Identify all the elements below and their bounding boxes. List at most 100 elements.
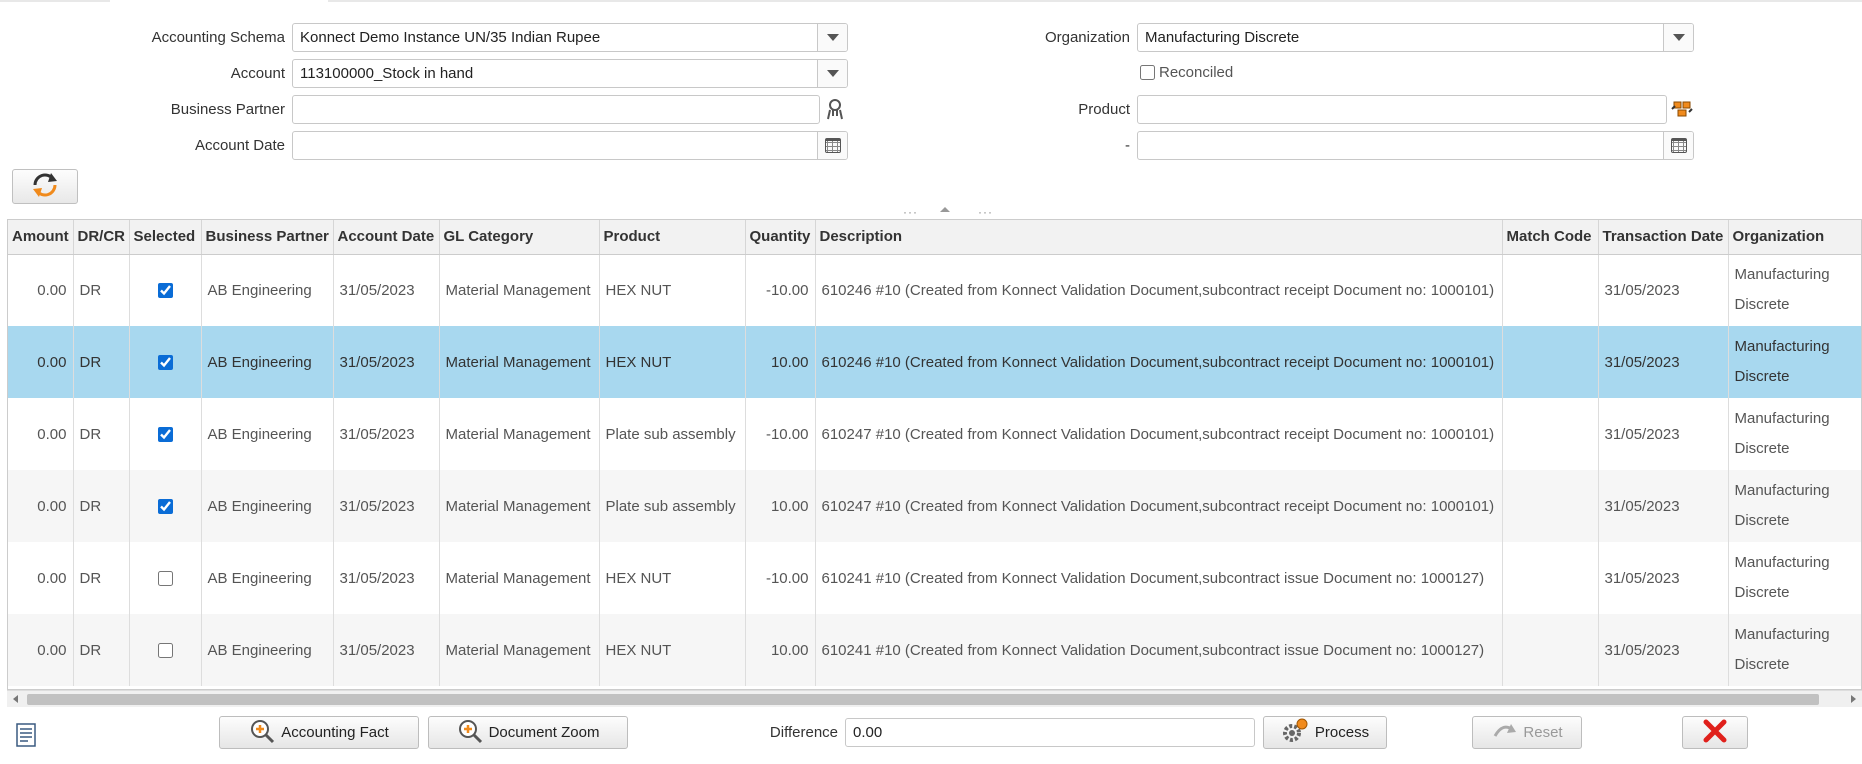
column-header[interactable]: Quantity: [745, 220, 816, 255]
account-date-input[interactable]: [292, 131, 848, 160]
column-header[interactable]: Amount: [8, 220, 74, 255]
table-row[interactable]: 0.00 DR AB Engineering 31/05/2023 Material M…: [8, 254, 1861, 326]
amount-cell: 0.00: [8, 326, 74, 398]
product-cell-text: HEX NUT: [605, 353, 672, 371]
scroll-right-icon[interactable]: [1851, 695, 1856, 703]
drcr-cell: DR: [73, 326, 130, 398]
transaction-date-cell-text: 31/05/2023: [1604, 425, 1680, 443]
organization-dropdown-button[interactable]: [1663, 24, 1693, 51]
account-date-cell-text: 31/05/2023: [339, 641, 415, 659]
quantity-cell: -10.00: [745, 398, 816, 470]
report-icon[interactable]: [15, 723, 37, 747]
account-select[interactable]: 113100000_Stock in hand: [292, 59, 848, 88]
row-select-checkbox[interactable]: [157, 283, 173, 299]
table-row[interactable]: 0.00 DR AB Engineering 31/05/2023 Material M…: [8, 470, 1861, 542]
amount-cell-text: 0.00: [37, 569, 67, 587]
column-header[interactable]: Account Date: [333, 220, 440, 255]
table-row[interactable]: 0.00 DR AB Engineering 31/05/2023 Material M…: [8, 542, 1861, 614]
column-header[interactable]: DR/CR: [73, 220, 130, 255]
business-partner-cell: AB Engineering: [201, 326, 334, 398]
column-header[interactable]: Transaction Date: [1598, 220, 1729, 255]
organization-select[interactable]: Manufacturing Discrete: [1137, 23, 1694, 52]
calendar-icon: [1670, 138, 1687, 153]
drcr-cell-text: DR: [79, 641, 102, 659]
gl-category-cell: Material Management: [439, 398, 600, 470]
reconciled-checkbox-wrap[interactable]: Reconciled: [1140, 64, 1233, 81]
cancel-button[interactable]: [1682, 716, 1748, 749]
date-to-input[interactable]: [1137, 131, 1694, 160]
gl-category-cell-text: Material Management: [445, 281, 591, 299]
amount-cell-text: 0.00: [37, 353, 67, 371]
table-header-row: Amount DR/CR Selected Business Partner A…: [8, 220, 1861, 255]
table-row[interactable]: 0.00 DR AB Engineering 31/05/2023 Material M…: [8, 398, 1861, 470]
accounting-fact-button[interactable]: Accounting Fact: [219, 716, 419, 749]
splitter-handle-left[interactable]: ···: [903, 205, 918, 219]
account-date-cell: 31/05/2023: [333, 398, 440, 470]
match-code-cell: [1502, 470, 1599, 542]
difference-value: 0.00: [853, 724, 883, 741]
selected-cell: [129, 326, 202, 398]
collapse-arrow-icon[interactable]: [940, 207, 950, 212]
account-date-calendar-button[interactable]: [817, 132, 847, 159]
horizontal-scrollbar[interactable]: [7, 690, 1862, 707]
product-input[interactable]: [1137, 95, 1667, 124]
top-tab-strip: [0, 0, 1862, 2]
refresh-button[interactable]: [12, 169, 78, 204]
accounting-schema-dropdown-button[interactable]: [817, 24, 847, 51]
account-date-cell: 31/05/2023: [333, 470, 440, 542]
scrollbar-thumb[interactable]: [27, 694, 1819, 705]
process-button[interactable]: Process: [1263, 716, 1387, 749]
business-partner-input[interactable]: [292, 95, 820, 124]
product-cell: HEX NUT: [599, 254, 746, 326]
column-header[interactable]: GL Category: [439, 220, 600, 255]
column-header[interactable]: Selected: [129, 220, 202, 255]
row-select-checkbox[interactable]: [157, 427, 173, 443]
row-select-checkbox[interactable]: [157, 643, 173, 659]
column-header[interactable]: Match Code: [1502, 220, 1599, 255]
organization-cell: Manufacturing Discrete: [1728, 398, 1861, 470]
product-label: Product: [1078, 101, 1130, 118]
quantity-cell-text: -10.00: [765, 281, 809, 299]
account-dropdown-button[interactable]: [817, 60, 847, 87]
match-code-cell: [1502, 254, 1599, 326]
transaction-date-cell-text: 31/05/2023: [1604, 497, 1680, 515]
amount-cell: 0.00: [8, 614, 74, 686]
gl-category-cell-text: Material Management: [445, 641, 591, 659]
reconciled-checkbox[interactable]: [1140, 65, 1155, 80]
column-header[interactable]: Organization: [1728, 220, 1861, 255]
accounting-schema-value: Konnect Demo Instance UN/35 Indian Rupee: [300, 29, 601, 46]
account-date-cell-text: 31/05/2023: [339, 353, 415, 371]
reset-icon: [1491, 720, 1517, 746]
product-cell: HEX NUT: [599, 542, 746, 614]
chevron-down-icon: [1672, 34, 1685, 41]
organization-value: Manufacturing Discrete: [1145, 29, 1300, 46]
scroll-left-icon[interactable]: [13, 695, 18, 703]
product-cell-text: HEX NUT: [605, 281, 672, 299]
splitter-handle-right[interactable]: ···: [978, 205, 993, 219]
product-search-icon[interactable]: [1671, 98, 1693, 120]
table-row[interactable]: 0.00 DR AB Engineering 31/05/2023 Material M…: [8, 614, 1861, 686]
row-select-checkbox[interactable]: [157, 499, 173, 515]
account-date-label: Account Date: [194, 137, 285, 154]
description-cell: 610246 #10 (Created from Konnect Validat…: [815, 326, 1503, 398]
table-row[interactable]: 0.00 DR AB Engineering 31/05/2023 Material M…: [8, 326, 1861, 398]
business-partner-cell-text: AB Engineering: [207, 281, 312, 299]
accounting-schema-select[interactable]: Konnect Demo Instance UN/35 Indian Rupee: [292, 23, 848, 52]
column-header[interactable]: Business Partner: [201, 220, 334, 255]
zoom-icon: [249, 718, 275, 748]
difference-field[interactable]: 0.00: [845, 718, 1255, 747]
document-zoom-button[interactable]: Document Zoom: [428, 716, 628, 749]
column-header[interactable]: Description: [815, 220, 1503, 255]
product-cell-text: Plate sub assembly: [605, 425, 736, 443]
date-to-calendar-button[interactable]: [1663, 132, 1693, 159]
quantity-cell-text: 10.00: [770, 353, 809, 371]
transaction-date-cell: 31/05/2023: [1598, 542, 1729, 614]
selected-cell: [129, 614, 202, 686]
reset-button[interactable]: Reset: [1472, 716, 1582, 749]
column-header[interactable]: Product: [599, 220, 746, 255]
row-select-checkbox[interactable]: [157, 571, 173, 587]
gl-category-cell-text: Material Management: [445, 569, 591, 587]
row-select-checkbox[interactable]: [157, 355, 173, 371]
bp-search-icon[interactable]: [825, 98, 845, 122]
gl-category-cell: Material Management: [439, 470, 600, 542]
